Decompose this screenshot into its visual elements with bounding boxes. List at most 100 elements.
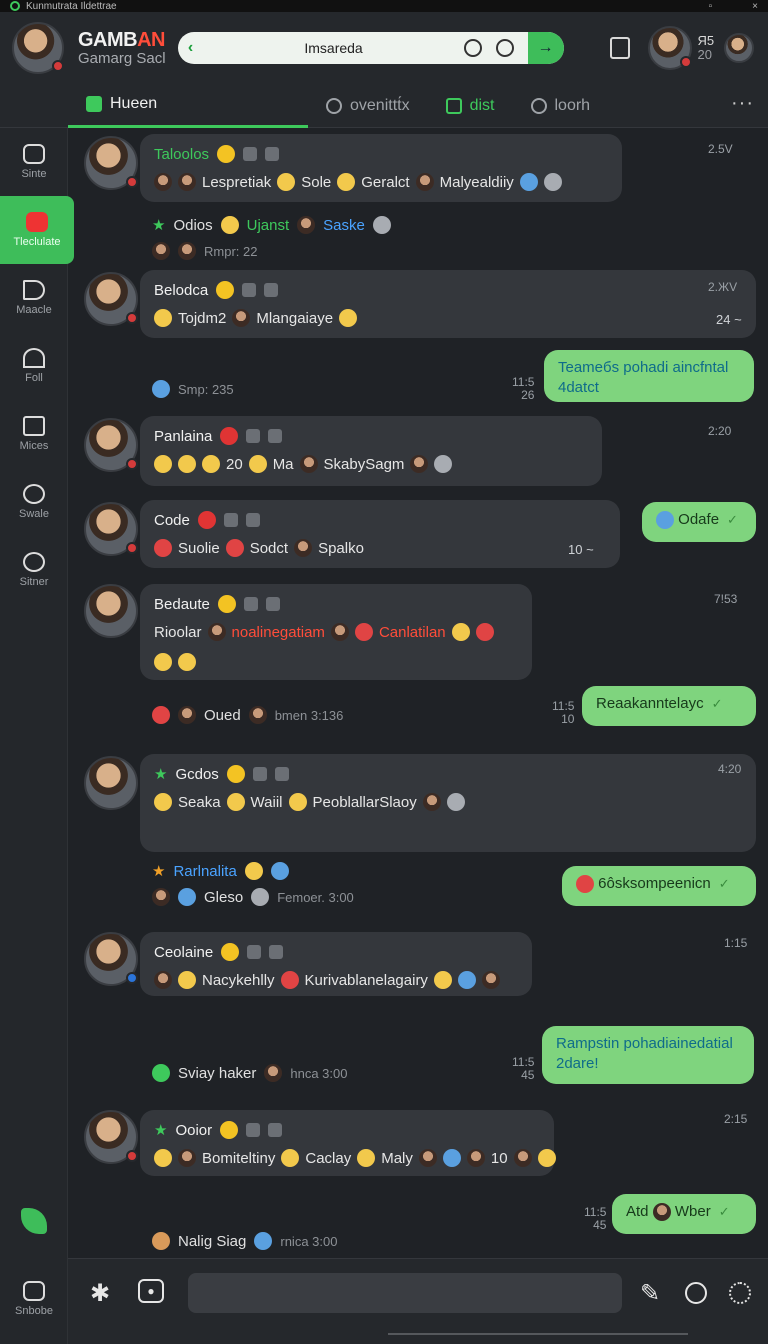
avatar[interactable] bbox=[84, 272, 138, 326]
message-text: noalinegatiam bbox=[231, 623, 325, 641]
camera-icon[interactable]: ● bbox=[138, 1279, 164, 1303]
back-arrow-icon[interactable]: ‹ bbox=[178, 39, 204, 57]
app-status-icon bbox=[10, 1, 20, 11]
tab-list[interactable]: dist bbox=[428, 84, 513, 128]
read-tick-icon: ✓ bbox=[718, 876, 730, 891]
message-input[interactable] bbox=[188, 1273, 622, 1313]
outgoing-message[interactable]: Rampstin pohadiainedatial 2dare! bbox=[542, 1026, 754, 1084]
os-title-bar: Kunmutrata Ildettrae ▫ × bbox=[0, 0, 768, 12]
emoji-icon bbox=[202, 455, 220, 473]
sender-name[interactable]: Belodca bbox=[154, 282, 208, 299]
sidebar-item-tleclulate[interactable]: Tleclulate bbox=[0, 196, 74, 264]
emoji-icon bbox=[178, 653, 196, 671]
read-tick-icon: ✓ bbox=[711, 696, 723, 711]
refresh-icon[interactable] bbox=[495, 39, 514, 57]
sparkle-icon[interactable]: ✱ bbox=[86, 1279, 114, 1307]
search-go-button[interactable]: → bbox=[527, 32, 564, 64]
window-minimize-icon[interactable]: ▫ bbox=[709, 1, 713, 12]
tab-search[interactable]: loorh bbox=[513, 84, 609, 128]
face-icon bbox=[154, 971, 172, 989]
emoji-icon bbox=[288, 793, 307, 811]
timer-icon[interactable] bbox=[463, 39, 482, 57]
outgoing-message[interactable]: Teameбs pohadi aincfntal 4datct bbox=[544, 350, 754, 402]
message-text: Rioolar bbox=[154, 623, 202, 641]
emoji-icon bbox=[277, 173, 296, 191]
window-close-icon[interactable]: × bbox=[752, 1, 758, 12]
arc-icon bbox=[23, 348, 45, 368]
profile-avatar[interactable] bbox=[12, 22, 64, 74]
tab-events[interactable]: ovenittt́x bbox=[308, 84, 428, 128]
emoji-icon bbox=[434, 455, 453, 473]
star-icon: ★ bbox=[154, 1122, 168, 1139]
sender-name[interactable]: Ooior bbox=[175, 1122, 212, 1139]
avatar[interactable] bbox=[84, 418, 138, 472]
user-avatar[interactable] bbox=[724, 33, 755, 63]
sidebar-item-mices[interactable]: Mices bbox=[0, 400, 68, 468]
avatar[interactable] bbox=[84, 932, 138, 986]
timestamp: 7!53 bbox=[714, 592, 738, 606]
sender-name[interactable]: Bedaute bbox=[154, 596, 210, 613]
settings-icon[interactable] bbox=[726, 1279, 754, 1307]
face-icon bbox=[422, 793, 441, 811]
outgoing-message[interactable]: Odafe ✓ bbox=[642, 502, 756, 542]
search-bar[interactable]: ‹ → bbox=[177, 32, 564, 64]
emoji-icon bbox=[656, 511, 674, 530]
search-input[interactable] bbox=[203, 40, 464, 56]
tag-icon bbox=[265, 147, 280, 161]
tab-home[interactable]: Hueen bbox=[68, 84, 308, 128]
outgoing-message[interactable]: Reaakanntelayc ✓ bbox=[582, 686, 756, 726]
avatar[interactable] bbox=[84, 584, 138, 638]
timestamp: 2.ЖV bbox=[708, 280, 738, 294]
star-icon: ★ bbox=[152, 217, 166, 234]
outgoing-message[interactable]: 6ôsksompeenicn ✓ bbox=[562, 866, 756, 906]
emoji-icon bbox=[442, 1149, 461, 1167]
sidebar-item-sinte[interactable]: Sinte bbox=[0, 128, 68, 196]
friend-avatar[interactable] bbox=[647, 26, 692, 70]
avatar[interactable] bbox=[84, 1110, 138, 1164]
timestamp: 2.5V bbox=[708, 142, 733, 156]
share-icon[interactable] bbox=[609, 37, 630, 59]
os-title: Kunmutrata Ildettrae bbox=[26, 0, 117, 12]
emoji-icon bbox=[280, 971, 299, 989]
face-icon bbox=[232, 309, 251, 327]
sender-name[interactable]: Taloolos bbox=[154, 146, 209, 163]
sidebar-item-sitner[interactable]: Sitner bbox=[0, 536, 68, 604]
sender-name[interactable]: Gcdos bbox=[175, 766, 218, 783]
tag-icon bbox=[269, 945, 284, 959]
tag-icon bbox=[265, 597, 280, 611]
sender-name[interactable]: Panlaina bbox=[154, 428, 212, 445]
list-item-sub: Rmpr: 22 bbox=[152, 242, 257, 260]
list-item-sub: ★ Rarlnalita bbox=[152, 862, 289, 880]
pen-icon[interactable]: ✎ bbox=[636, 1279, 664, 1307]
meta-text: hnca 3:00 bbox=[290, 1065, 348, 1081]
brand-subtitle: Gamarg Sacl bbox=[78, 49, 166, 67]
avatar[interactable] bbox=[84, 756, 138, 810]
sender-name[interactable]: Ceolaine bbox=[154, 944, 213, 961]
emoji-icon bbox=[152, 1232, 170, 1250]
message-text: Ma bbox=[272, 455, 294, 473]
rank-icon bbox=[226, 765, 245, 783]
message-bubble: Ceolaine Nacykehlly Kurivablanelagairy bbox=[140, 932, 532, 996]
sidebar-item-swale[interactable]: Swale bbox=[0, 468, 68, 536]
sender-name[interactable]: Code bbox=[154, 512, 190, 529]
tag-text: Ujanst bbox=[246, 216, 290, 234]
timer-icon[interactable] bbox=[682, 1279, 710, 1307]
face-icon bbox=[466, 1149, 485, 1167]
avatar[interactable] bbox=[84, 502, 138, 556]
leaf-icon[interactable] bbox=[21, 1208, 47, 1234]
more-icon[interactable]: ··· bbox=[731, 92, 754, 115]
message-text: Malyealdiiy bbox=[439, 173, 514, 191]
read-tick-icon: ✓ bbox=[718, 1204, 730, 1219]
outgoing-message[interactable]: Atd Wber ✓ bbox=[612, 1194, 756, 1234]
emoji-icon bbox=[475, 623, 494, 641]
sidebar-item-foll[interactable]: Foll bbox=[0, 332, 68, 400]
meta-text: Oued bbox=[204, 706, 241, 724]
home-indicator bbox=[388, 1333, 688, 1335]
face-icon bbox=[410, 455, 429, 473]
message-text: Sole bbox=[301, 173, 332, 191]
sidebar-item-snbobe[interactable]: Snbobe bbox=[0, 1274, 68, 1324]
avatar[interactable] bbox=[84, 136, 138, 190]
sidebar-item-maacle[interactable]: Maacle bbox=[0, 264, 68, 332]
emoji-icon bbox=[226, 793, 245, 811]
sender-name[interactable]: Odios bbox=[173, 217, 212, 234]
